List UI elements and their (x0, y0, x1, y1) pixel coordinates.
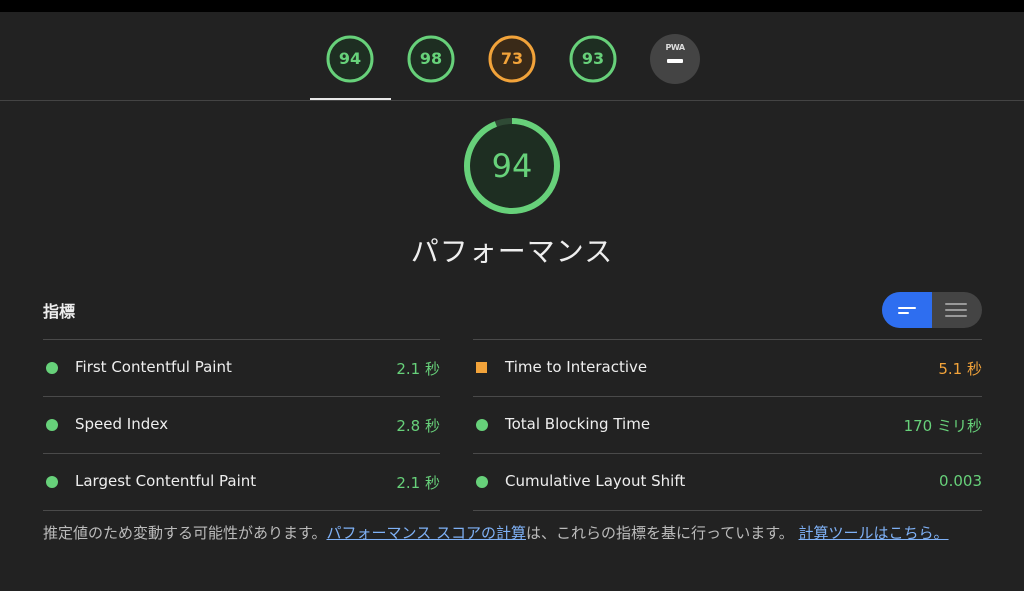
score-footnote: 推定値のため変動する可能性があります。パフォーマンス スコアの計算は、これらの指… (43, 519, 983, 547)
metric-row: Cumulative Layout Shift 0.003 (473, 453, 982, 511)
metrics-right-column: Time to Interactive 5.1 秒 Total Blocking… (473, 339, 982, 511)
metric-row: Total Blocking Time 170 ミリ秒 (473, 396, 982, 453)
pass-circle-icon (46, 362, 58, 374)
top-bar (0, 0, 1024, 12)
average-square-icon (476, 362, 487, 373)
pass-circle-icon (476, 476, 488, 488)
big-gauge-score: 94 (491, 147, 533, 185)
category-gauges: 94 98 73 93 (0, 12, 1024, 101)
gauge-pwa[interactable]: PWA (650, 34, 700, 84)
pass-circle-icon (46, 419, 58, 431)
gauge-accessibility[interactable]: 98 (406, 34, 456, 84)
active-tab-indicator (310, 98, 391, 100)
metric-value: 170 ミリ秒 (903, 417, 982, 435)
metric-name: Total Blocking Time (505, 415, 651, 433)
metric-value: 5.1 秒 (938, 360, 982, 378)
metric-value: 0.003 (939, 472, 982, 490)
pwa-label: PWA (665, 43, 685, 52)
gauge-score: 94 (338, 49, 362, 68)
metric-name: First Contentful Paint (75, 358, 232, 376)
pass-circle-icon (46, 476, 58, 488)
metrics-heading: 指標 (43, 302, 76, 321)
footnote-text: 推定値のため変動する可能性があります。 (43, 524, 327, 542)
calculator-link[interactable]: 計算ツールはこちら。 (799, 524, 949, 542)
metric-name: Cumulative Layout Shift (505, 472, 686, 490)
gauge-score: 98 (419, 49, 443, 68)
metrics-left-column: First Contentful Paint 2.1 秒 Speed Index… (43, 339, 440, 511)
metric-name: Time to Interactive (505, 358, 648, 376)
gauge-seo[interactable]: 93 (568, 34, 618, 84)
gauge-score: 73 (500, 49, 524, 68)
gauge-score: 93 (581, 49, 605, 68)
metric-name: Largest Contentful Paint (75, 472, 257, 490)
footnote-text: は、これらの指標を基に行っています。 (526, 524, 794, 542)
metric-name: Speed Index (75, 415, 169, 433)
metric-row: Speed Index 2.8 秒 (43, 396, 440, 453)
metric-value: 2.1 秒 (396, 360, 440, 378)
expanded-view-icon[interactable] (932, 292, 982, 328)
gauge-performance[interactable]: 94 (325, 34, 375, 84)
metric-row: Time to Interactive 5.1 秒 (473, 339, 982, 396)
category-title: パフォーマンス (410, 235, 614, 268)
metric-row: Largest Contentful Paint 2.1 秒 (43, 453, 440, 511)
performance-score-gauge: 94 (463, 117, 561, 215)
metric-value: 2.8 秒 (396, 417, 440, 435)
gauge-best-practices[interactable]: 73 (487, 34, 537, 84)
pass-circle-icon (476, 419, 488, 431)
score-calculation-link[interactable]: パフォーマンス スコアの計算 (327, 524, 526, 542)
metric-row: First Contentful Paint 2.1 秒 (43, 339, 440, 396)
metrics-view-toggle[interactable] (882, 292, 982, 328)
compact-view-icon[interactable] (882, 292, 932, 328)
metric-value: 2.1 秒 (396, 474, 440, 492)
dash-icon (667, 59, 683, 63)
